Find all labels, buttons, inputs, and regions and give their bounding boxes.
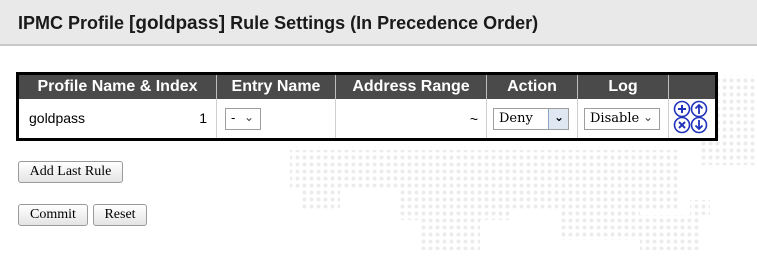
entry-name-value: - — [231, 110, 236, 126]
add-last-rule-button[interactable]: Add Last Rule — [18, 161, 123, 183]
action-select[interactable]: Deny ⌄ — [493, 107, 569, 130]
insert-icon[interactable] — [673, 100, 691, 118]
delete-icon[interactable] — [673, 116, 691, 134]
address-range-cell: ~ — [335, 99, 487, 140]
entry-name-select[interactable]: - ⌄ — [225, 107, 261, 130]
column-header-controls — [668, 73, 717, 99]
move-up-icon[interactable] — [690, 100, 708, 118]
page-header: IPMC Profile [goldpass] Rule Settings (I… — [0, 0, 757, 46]
action-value: Deny — [499, 110, 533, 126]
entry-name-cell: - ⌄ — [216, 99, 336, 140]
profile-cell: goldpass 1 — [17, 99, 217, 140]
title-prefix: IPMC Profile — [18, 13, 130, 33]
chevron-down-icon: ⌄ — [243, 109, 254, 124]
profile-index-value: 1 — [199, 110, 207, 126]
commit-button[interactable]: Commit — [18, 204, 88, 226]
log-value: Disable — [590, 110, 640, 126]
rule-table: Profile Name & Index Entry Name Address … — [16, 72, 718, 141]
column-header-entry-name: Entry Name — [216, 73, 336, 99]
move-down-icon[interactable] — [690, 116, 708, 134]
log-cell: Disable ⌄ — [577, 99, 669, 140]
row-controls-cell — [668, 99, 717, 140]
action-cell: Deny ⌄ — [486, 99, 578, 140]
table-header-row: Profile Name & Index Entry Name Address … — [17, 73, 717, 99]
reset-button[interactable]: Reset — [93, 204, 147, 226]
page-title: IPMC Profile [goldpass] Rule Settings (I… — [18, 13, 538, 35]
profile-name: [goldpass] — [129, 13, 226, 34]
chevron-down-icon: ⌄ — [642, 109, 653, 124]
log-select[interactable]: Disable ⌄ — [584, 107, 660, 130]
table-row: goldpass 1 - ⌄ ~ Deny ⌄ Disable ⌄ — [17, 99, 717, 140]
title-suffix: Rule Settings (In Precedence Order) — [225, 13, 539, 33]
row-control-icons — [673, 100, 708, 134]
column-header-address-range: Address Range — [335, 73, 487, 99]
column-header-log: Log — [577, 73, 669, 99]
chevron-down-icon: ⌄ — [553, 109, 564, 124]
profile-name-value: goldpass — [29, 110, 86, 126]
column-header-profile: Profile Name & Index — [17, 73, 217, 99]
column-header-action: Action — [486, 73, 578, 99]
